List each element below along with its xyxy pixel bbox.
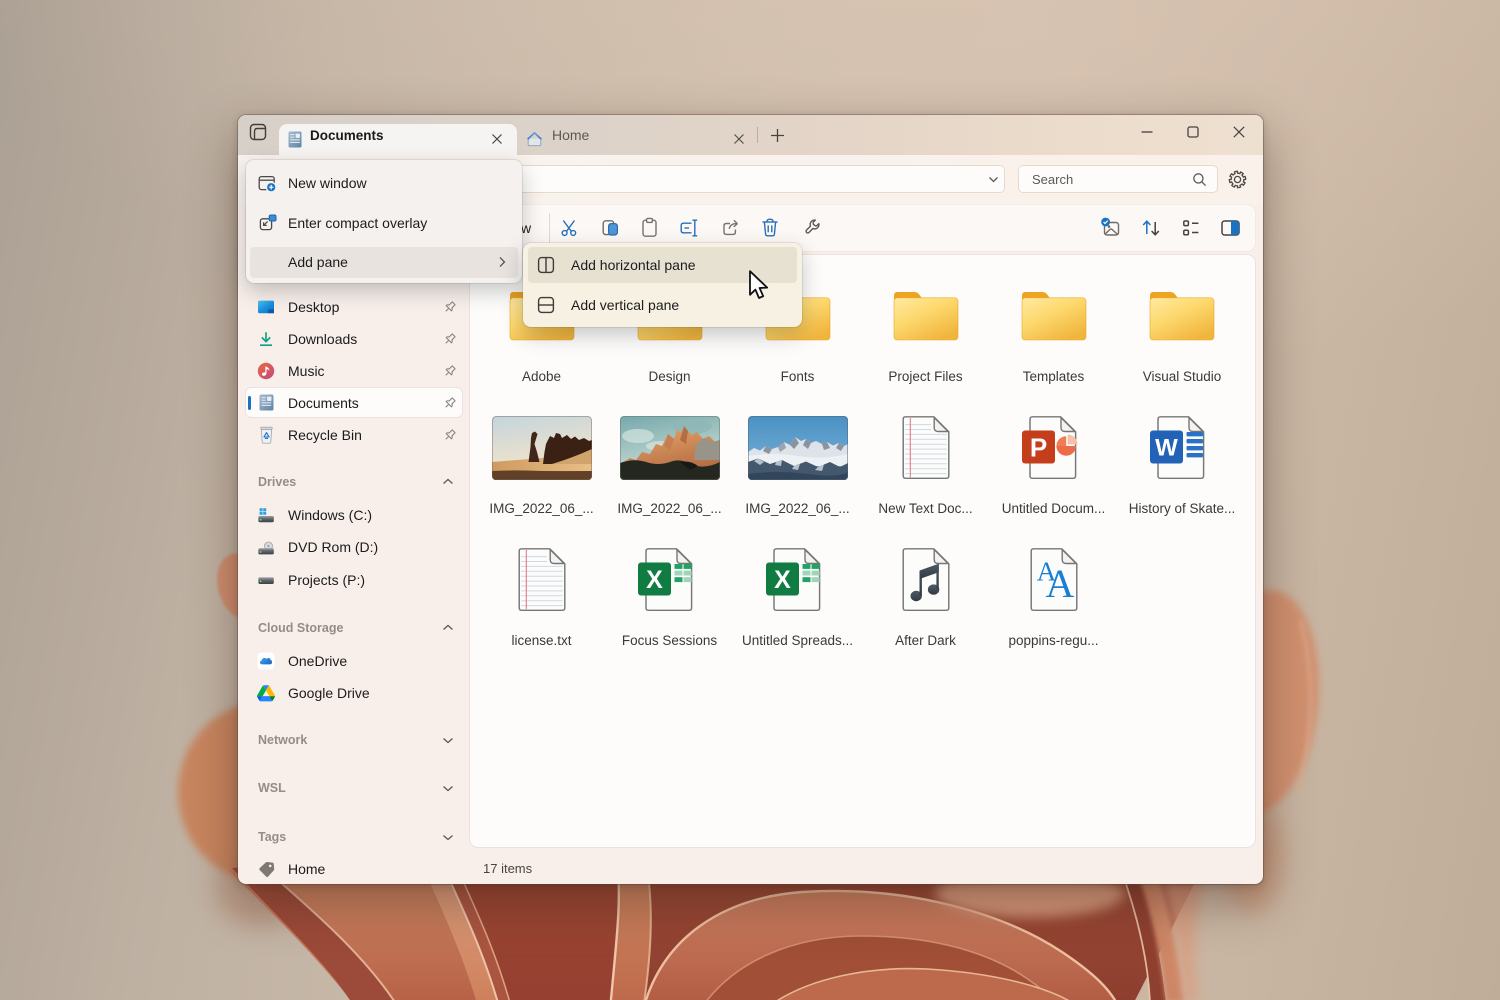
svg-text:P: P <box>1029 432 1046 462</box>
svg-text:X: X <box>774 566 791 594</box>
svg-text:W: W <box>1155 435 1178 462</box>
svg-text:A: A <box>1045 561 1074 606</box>
svg-text:X: X <box>646 566 663 594</box>
